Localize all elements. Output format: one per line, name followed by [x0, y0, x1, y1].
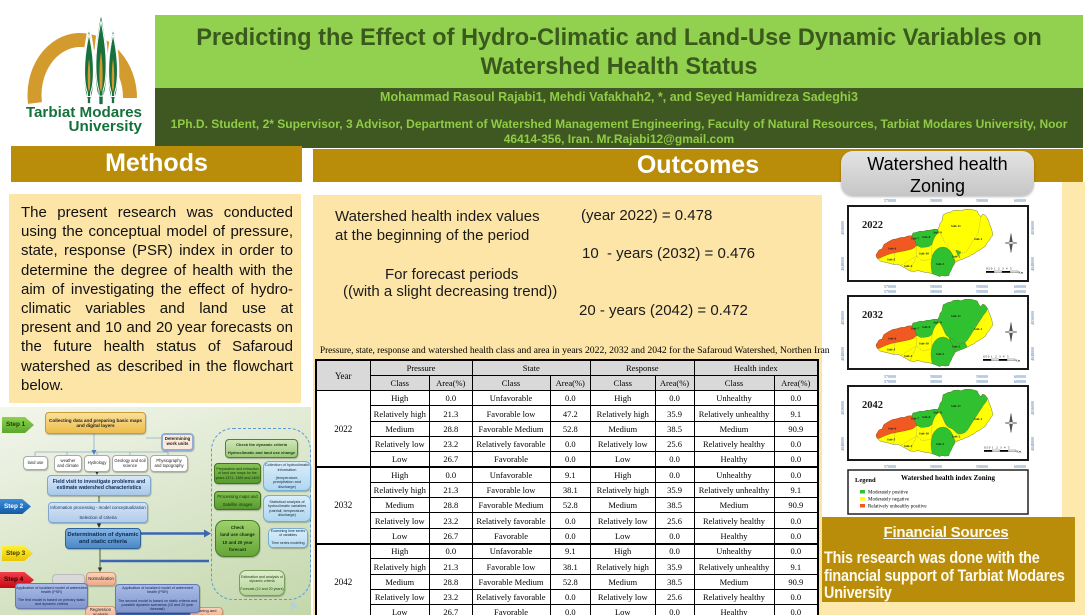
svg-text:4056000: 4056000	[1030, 221, 1035, 235]
svg-text:4056000: 4056000	[840, 311, 845, 325]
svg-text:4056000: 4056000	[840, 221, 845, 235]
svg-text:4056000: 4056000	[1030, 401, 1035, 415]
svg-text:Moderately negative: Moderately negative	[868, 498, 910, 503]
svg-text:4056000: 4056000	[840, 401, 845, 415]
svg-text:Legend: Legend	[855, 477, 876, 484]
svg-text:2022: 2022	[862, 220, 883, 231]
svg-text:4048000: 4048000	[1030, 257, 1035, 271]
svg-text:4056000: 4056000	[1030, 311, 1035, 325]
svg-text:2042: 2042	[862, 400, 883, 411]
svg-text:Moderately positive: Moderately positive	[868, 491, 909, 496]
svg-text:Relatively unhealthy positive: Relatively unhealthy positive	[868, 505, 927, 510]
svg-text:4048000: 4048000	[840, 437, 845, 451]
svg-text:2032: 2032	[862, 310, 883, 321]
svg-text:4048000: 4048000	[1030, 347, 1035, 361]
svg-text:University: University	[69, 118, 143, 135]
svg-text:4048000: 4048000	[840, 347, 845, 361]
svg-text:4048000: 4048000	[1030, 437, 1035, 451]
svg-text:4048000: 4048000	[840, 257, 845, 271]
svg-text:Watershed health index Zoning: Watershed health index Zoning	[901, 474, 995, 482]
